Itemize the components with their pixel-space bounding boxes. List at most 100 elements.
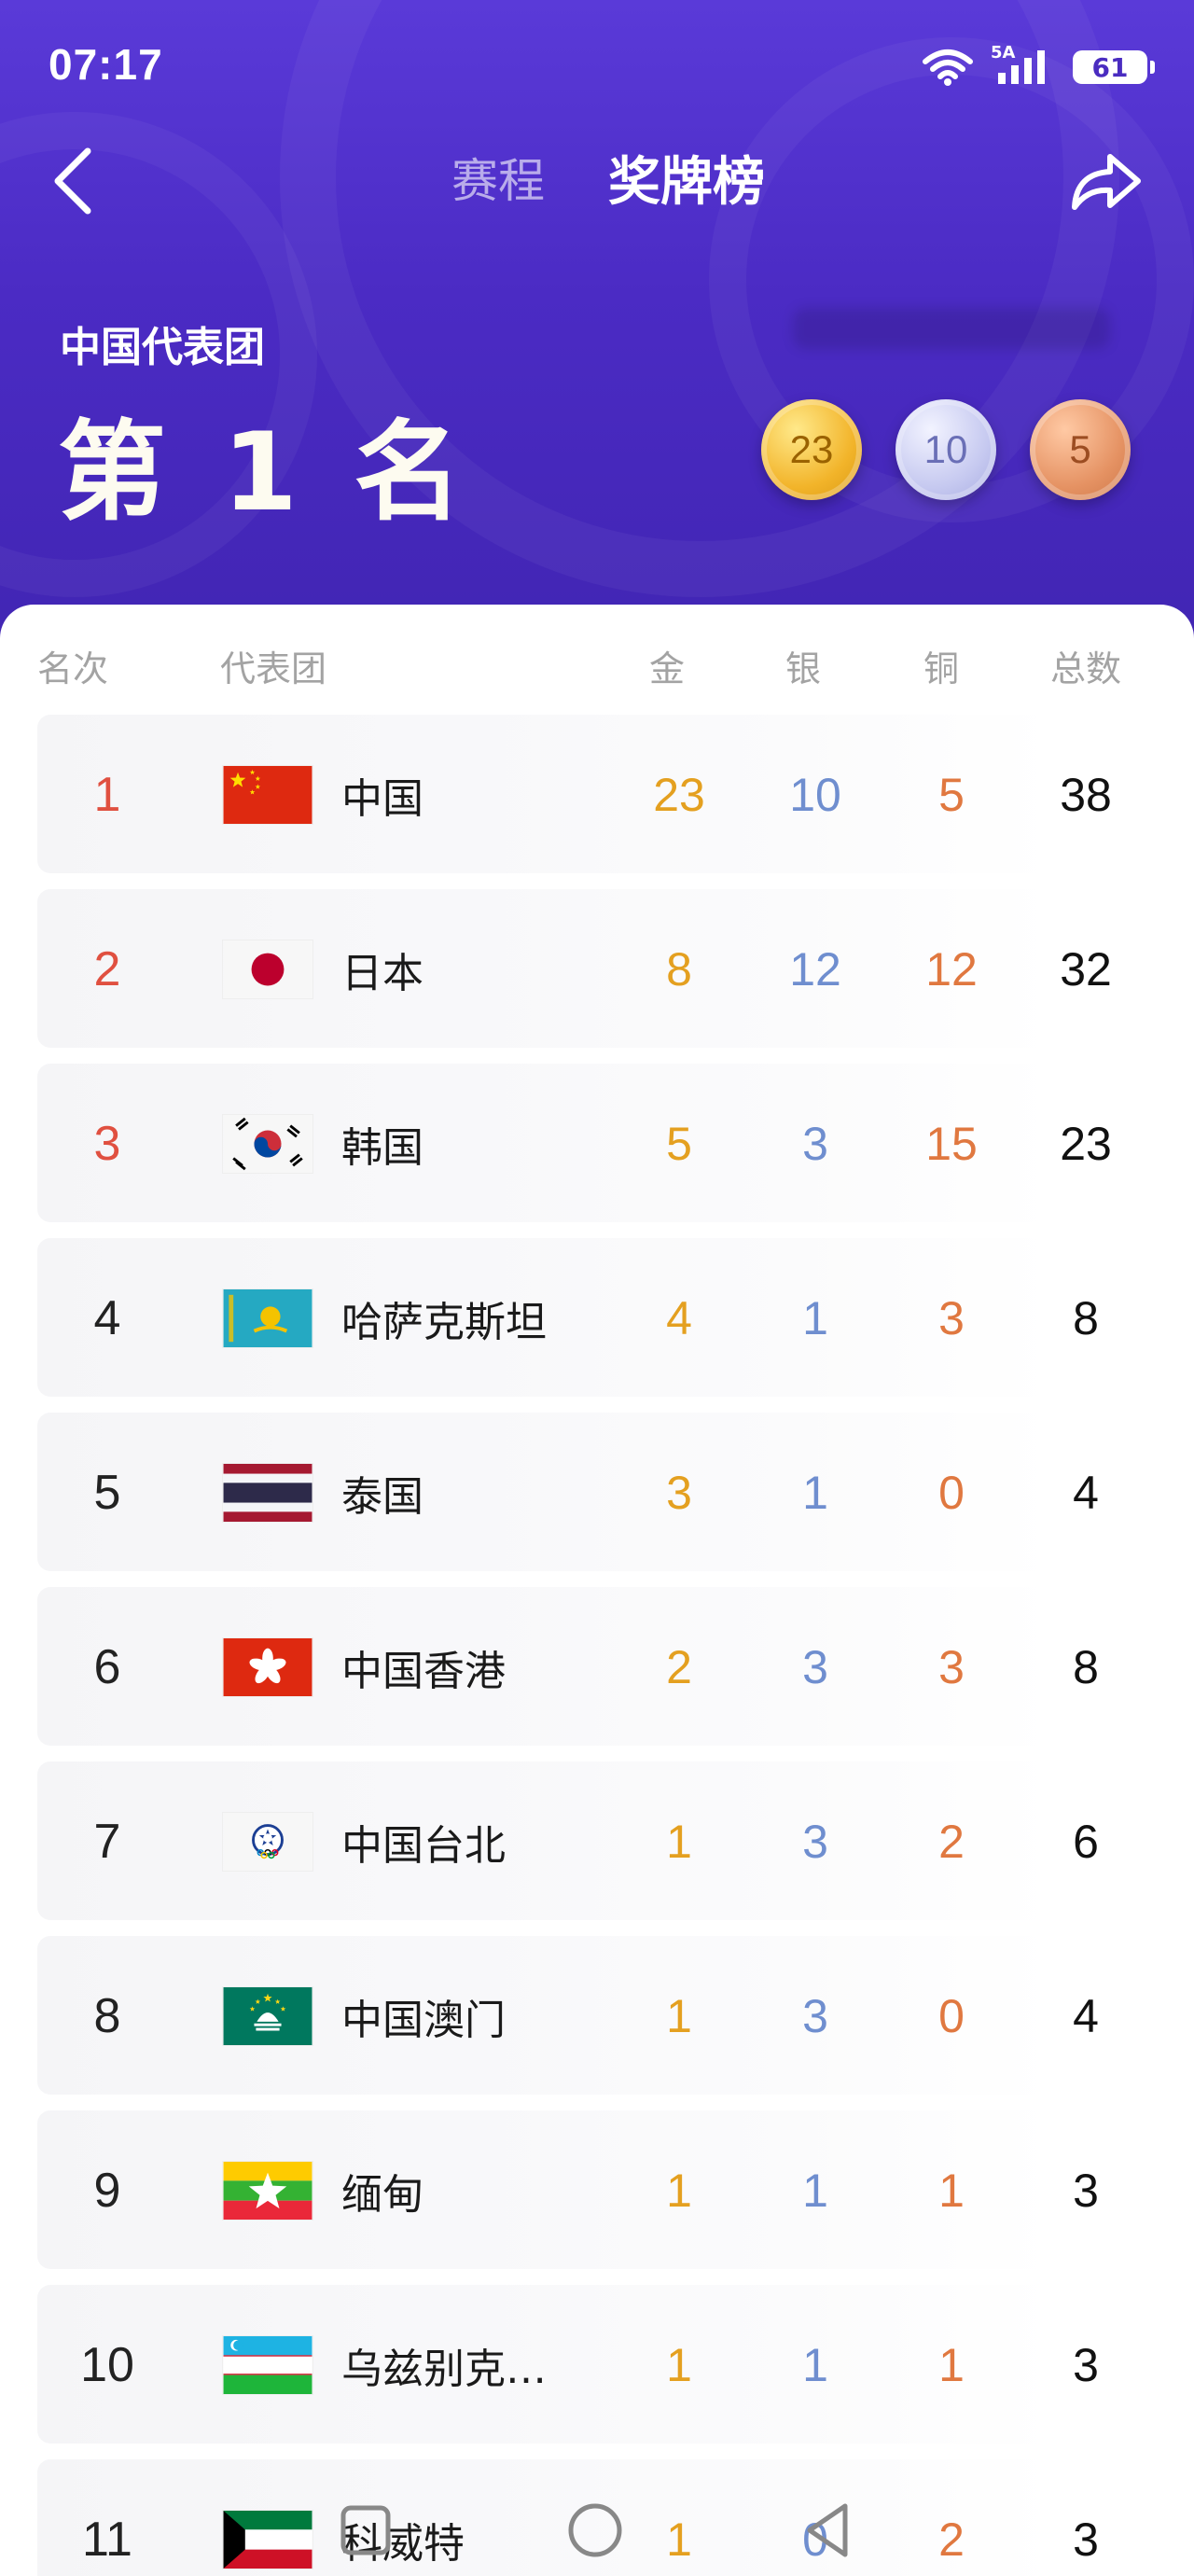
flag-korea-icon xyxy=(222,1056,313,1231)
row-rank: 9 xyxy=(93,2163,121,2218)
row-total-count: 23 xyxy=(1060,1117,1112,1170)
row-gold-count: 2 xyxy=(666,1640,692,1693)
table-row[interactable]: 3 韩国 5 3 15 23 xyxy=(0,1056,1194,1231)
tab-medal-table[interactable]: 奖牌榜 xyxy=(608,140,765,216)
home-button[interactable] xyxy=(565,2500,625,2560)
row-team-name: 中国香港 xyxy=(341,1647,506,1695)
triangle-back-icon xyxy=(807,2503,848,2557)
row-silver-count: 1 xyxy=(802,2338,828,2391)
row-gold-count: 23 xyxy=(653,768,705,821)
row-gold-count: 3 xyxy=(666,1466,692,1519)
row-team-name: 缅甸 xyxy=(341,2170,423,2219)
row-total-count: 8 xyxy=(1073,1291,1099,1344)
system-back-button[interactable] xyxy=(798,2500,858,2560)
row-team-name: 中国澳门 xyxy=(341,1996,506,2044)
row-rank: 6 xyxy=(93,1639,121,1694)
flag-japan-icon xyxy=(222,882,313,1056)
column-header-silver: 银 xyxy=(785,648,822,689)
row-bronze-count: 12 xyxy=(925,942,978,996)
bronze-medal-count: 5 xyxy=(1069,427,1091,471)
table-row[interactable]: 1 中国 23 10 5 38 xyxy=(0,707,1194,882)
column-header-bronze: 铜 xyxy=(923,648,960,689)
tab-schedule[interactable]: 赛程 xyxy=(451,144,545,211)
flag-kazakhstan-icon xyxy=(222,1231,313,1405)
medal-table-rows: 1 中国 23 10 5 38 2 日本 8 12 12 32 3 韩国 5 3… xyxy=(0,707,1194,2576)
row-bronze-count: 0 xyxy=(938,1466,965,1519)
flag-thailand-icon xyxy=(222,1405,313,1580)
row-bronze-count: 3 xyxy=(938,1291,965,1344)
delegation-label: 中国代表团 xyxy=(60,324,265,371)
row-total-count: 4 xyxy=(1073,1989,1099,2042)
table-row[interactable]: 6 中国香港 2 3 3 8 xyxy=(0,1580,1194,1754)
wifi-icon xyxy=(922,49,974,86)
column-header-total: 总数 xyxy=(1050,648,1122,689)
share-button[interactable] xyxy=(1063,140,1157,233)
row-total-count: 3 xyxy=(1073,2164,1099,2217)
row-silver-count: 1 xyxy=(802,1291,828,1344)
row-bronze-count: 5 xyxy=(938,768,965,821)
table-row[interactable]: 8 中国澳门 1 3 0 4 xyxy=(0,1929,1194,2103)
flag-chinese-taipei-icon xyxy=(222,1754,313,1929)
row-silver-count: 3 xyxy=(802,1989,828,2042)
column-header-rank: 名次 xyxy=(37,648,109,689)
medal-table-page: 07:17 5A 61 赛程 奖牌榜 中国代表团 第 1 名 23 10 5 名… xyxy=(0,0,1194,2576)
row-gold-count: 1 xyxy=(666,1989,692,2042)
row-gold-count: 1 xyxy=(666,1815,692,1868)
row-total-count: 6 xyxy=(1073,1815,1099,1868)
row-silver-count: 3 xyxy=(802,1815,828,1868)
column-header-gold: 金 xyxy=(649,648,686,689)
system-nav-bar xyxy=(0,2482,1194,2576)
flag-china-icon xyxy=(222,707,313,882)
table-row[interactable]: 5 泰国 3 1 0 4 xyxy=(0,1405,1194,1580)
row-silver-count: 3 xyxy=(802,1640,828,1693)
row-rank: 2 xyxy=(93,941,121,996)
table-row[interactable]: 9 缅甸 1 1 1 3 xyxy=(0,2103,1194,2277)
row-silver-count: 3 xyxy=(802,1117,828,1170)
table-row[interactable]: 4 哈萨克斯坦 4 1 3 8 xyxy=(0,1231,1194,1405)
row-silver-count: 1 xyxy=(802,1466,828,1519)
row-bronze-count: 15 xyxy=(925,1117,978,1170)
flag-uzbekistan-icon xyxy=(222,2277,313,2452)
row-total-count: 3 xyxy=(1073,2338,1099,2391)
row-gold-count: 1 xyxy=(666,2338,692,2391)
gold-medal-count: 23 xyxy=(789,427,834,471)
column-headers: 名次 代表团 金 银 铜 总数 xyxy=(0,640,1194,696)
status-bar: 07:17 5A 61 xyxy=(0,0,1194,131)
row-rank: 5 xyxy=(93,1465,121,1520)
blurred-text xyxy=(793,308,1110,349)
table-row[interactable]: 2 日本 8 12 12 32 xyxy=(0,882,1194,1056)
gold-medal-badge: 23 xyxy=(761,399,862,500)
status-time: 07:17 xyxy=(49,40,163,89)
header-banner: 07:17 5A 61 赛程 奖牌榜 中国代表团 第 1 名 23 10 5 xyxy=(0,0,1194,653)
row-total-count: 38 xyxy=(1060,768,1112,821)
row-bronze-count: 1 xyxy=(938,2164,965,2217)
row-team-name: 韩国 xyxy=(341,1123,423,1172)
tab-bar: 赛程 奖牌榜 xyxy=(0,131,1194,243)
row-bronze-count: 2 xyxy=(938,1815,965,1868)
circle-icon xyxy=(568,2503,622,2557)
recents-button[interactable] xyxy=(336,2500,396,2560)
rank-text: 第 1 名 xyxy=(58,410,472,536)
battery-level: 61 xyxy=(1091,51,1129,83)
row-rank: 4 xyxy=(93,1290,121,1345)
status-icons: 5A 61 xyxy=(922,43,1155,86)
flag-macao-icon xyxy=(222,1929,313,2103)
table-row[interactable]: 10 乌兹别克… 1 1 1 3 xyxy=(0,2277,1194,2452)
row-total-count: 8 xyxy=(1073,1640,1099,1693)
row-silver-count: 1 xyxy=(802,2164,828,2217)
network-label: 5A xyxy=(991,43,1016,63)
flag-hongkong-icon xyxy=(222,1580,313,1754)
row-rank: 8 xyxy=(93,1988,121,2043)
row-gold-count: 4 xyxy=(666,1291,692,1344)
flag-myanmar-icon xyxy=(222,2103,313,2277)
row-gold-count: 1 xyxy=(666,2164,692,2217)
row-team-name: 哈萨克斯坦 xyxy=(341,1298,547,1346)
share-icon xyxy=(1072,154,1141,210)
row-team-name: 泰国 xyxy=(341,1472,423,1521)
table-row[interactable]: 7 中国台北 1 3 2 6 xyxy=(0,1754,1194,1929)
row-bronze-count: 3 xyxy=(938,1640,965,1693)
row-silver-count: 10 xyxy=(789,768,841,821)
row-team-name: 中国 xyxy=(341,774,423,823)
row-team-name: 中国台北 xyxy=(341,1821,506,1870)
row-rank: 10 xyxy=(80,2337,134,2392)
